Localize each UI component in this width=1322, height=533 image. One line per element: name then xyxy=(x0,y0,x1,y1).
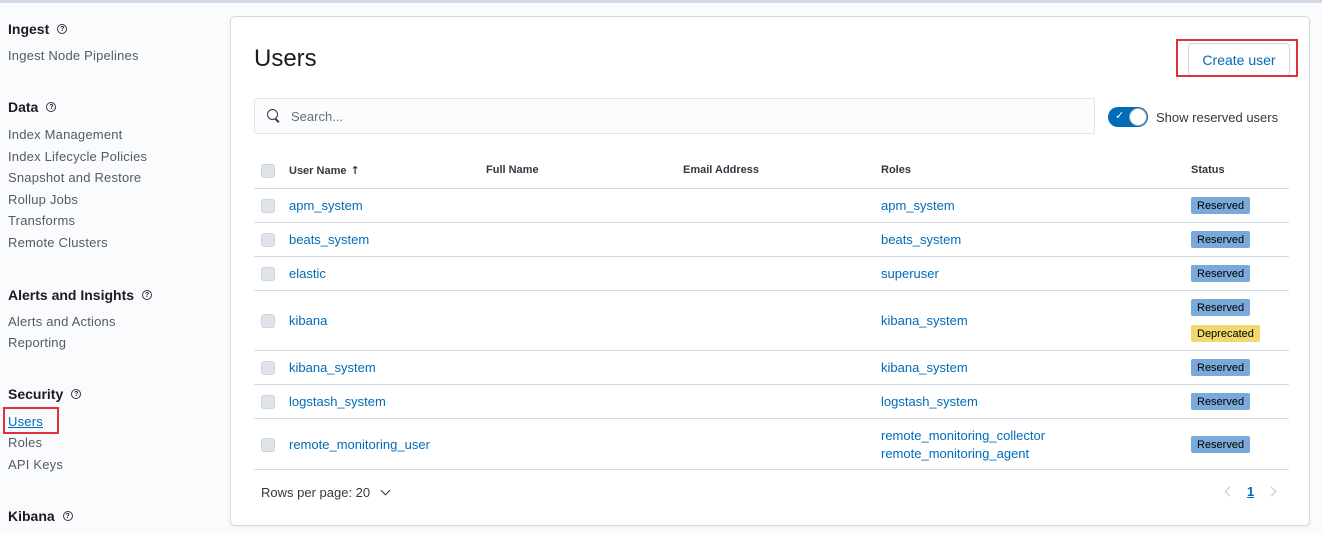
role-link[interactable]: apm_system xyxy=(881,198,955,213)
section-title: Kibana xyxy=(8,508,55,524)
role-link[interactable]: beats_system xyxy=(881,232,961,247)
user-name-link[interactable]: remote_monitoring_user xyxy=(289,437,430,452)
row-checkbox[interactable] xyxy=(261,361,275,375)
search-bar xyxy=(254,98,1095,134)
status-badge-reserved: Reserved xyxy=(1191,299,1251,316)
role-link[interactable]: kibana_system xyxy=(881,360,968,375)
table-row: elastic superuser Reserved xyxy=(254,257,1289,291)
role-link[interactable]: remote_monitoring_collector xyxy=(881,428,1045,443)
sort-arrow-up-icon: ↑ xyxy=(350,164,360,177)
row-checkbox[interactable] xyxy=(261,267,275,281)
sidebar-section-kibana: Kibana ? xyxy=(8,508,73,524)
help-icon[interactable]: ? xyxy=(57,24,68,34)
sidebar-section-data: Data ? xyxy=(8,99,57,115)
users-panel: Users Create user Show reserved users Us… xyxy=(230,16,1310,526)
status-badge-deprecated: Deprecated xyxy=(1191,325,1260,342)
next-page-icon[interactable] xyxy=(1266,486,1277,497)
user-name-link[interactable]: beats_system xyxy=(289,232,369,247)
user-name-link[interactable]: logstash_system xyxy=(289,394,386,409)
sidebar-item-api-keys[interactable]: API Keys xyxy=(8,457,63,472)
rows-per-page-select[interactable]: Rows per page: 20 xyxy=(261,485,391,500)
sidebar-nav: Ingest ? Ingest Node Pipelines Data ? In… xyxy=(0,0,222,533)
sidebar-item-alerts-and-actions[interactable]: Alerts and Actions xyxy=(8,314,116,329)
toggle-knob xyxy=(1129,108,1147,126)
section-title: Data xyxy=(8,99,39,115)
row-checkbox[interactable] xyxy=(261,395,275,409)
rows-per-page-label: Rows per page: 20 xyxy=(261,485,371,500)
sidebar-section-alerts-and-insights: Alerts and Insights ? xyxy=(8,287,153,303)
table-row: remote_monitoring_user remote_monitoring… xyxy=(254,419,1289,470)
sidebar-item-rollup-jobs[interactable]: Rollup Jobs xyxy=(8,192,78,207)
status-badge-reserved: Reserved xyxy=(1191,231,1251,248)
show-reserved-toggle[interactable] xyxy=(1108,107,1148,127)
column-header-status: Status xyxy=(1191,164,1225,176)
column-header-roles[interactable]: Roles xyxy=(881,164,911,176)
row-checkbox[interactable] xyxy=(261,438,275,452)
search-icon xyxy=(267,109,281,123)
row-checkbox[interactable] xyxy=(261,314,275,328)
sidebar-item-snapshot-and-restore[interactable]: Snapshot and Restore xyxy=(8,170,141,185)
status-badge-reserved: Reserved xyxy=(1191,265,1251,282)
status-badge-reserved: Reserved xyxy=(1191,197,1251,214)
column-label: User Name xyxy=(289,165,347,177)
user-name-link[interactable]: kibana xyxy=(289,313,327,328)
status-badge-reserved: Reserved xyxy=(1191,359,1251,376)
help-icon[interactable]: ? xyxy=(142,290,153,300)
pagination: 1 xyxy=(1224,484,1277,499)
sidebar-item-index-lifecycle-policies[interactable]: Index Lifecycle Policies xyxy=(8,149,147,164)
user-name-link[interactable]: kibana_system xyxy=(289,360,376,375)
table-row: kibana kibana_system Reserved Deprecated xyxy=(254,291,1289,351)
sidebar-item-remote-clusters[interactable]: Remote Clusters xyxy=(8,235,108,250)
select-all-checkbox[interactable] xyxy=(261,164,275,178)
table-row: apm_system apm_system Reserved xyxy=(254,189,1289,223)
toggle-label: Show reserved users xyxy=(1156,109,1279,125)
status-badge-reserved: Reserved xyxy=(1191,393,1251,410)
sidebar-item-ingest-node-pipelines[interactable]: Ingest Node Pipelines xyxy=(8,48,139,63)
help-icon[interactable]: ? xyxy=(62,511,73,521)
section-title: Ingest xyxy=(8,21,50,37)
user-name-link[interactable]: elastic xyxy=(289,266,326,281)
section-title: Security xyxy=(8,386,64,402)
previous-page-icon[interactable] xyxy=(1224,486,1235,497)
highlight-box-users xyxy=(3,407,59,434)
search-input[interactable] xyxy=(291,108,1071,124)
chevron-down-icon xyxy=(380,485,391,496)
page-number-1[interactable]: 1 xyxy=(1247,484,1254,499)
table-row: logstash_system logstash_system Reserved xyxy=(254,385,1289,419)
table-header: User Name ↑ Full Name Email Address Roles… xyxy=(254,152,1289,189)
help-icon[interactable]: ? xyxy=(46,102,57,112)
user-name-link[interactable]: apm_system xyxy=(289,198,363,213)
role-link[interactable]: logstash_system xyxy=(881,394,978,409)
highlight-box-create-user xyxy=(1176,39,1298,77)
table-row: kibana_system kibana_system Reserved xyxy=(254,351,1289,385)
sidebar-item-index-management[interactable]: Index Management xyxy=(8,127,123,142)
sidebar-section-security: Security ? xyxy=(8,386,82,402)
show-reserved-toggle-group: Show reserved users xyxy=(1108,107,1278,127)
role-link[interactable]: kibana_system xyxy=(881,313,968,328)
column-header-full-name[interactable]: Full Name xyxy=(486,164,539,176)
section-title: Alerts and Insights xyxy=(8,287,135,303)
row-checkbox[interactable] xyxy=(261,233,275,247)
help-icon[interactable]: ? xyxy=(71,389,82,399)
table-row: beats_system beats_system Reserved xyxy=(254,223,1289,257)
sidebar-section-ingest: Ingest ? xyxy=(8,21,68,37)
row-checkbox[interactable] xyxy=(261,199,275,213)
role-link[interactable]: superuser xyxy=(881,266,939,281)
page-title: Users xyxy=(254,45,317,72)
sidebar-item-transforms[interactable]: Transforms xyxy=(8,213,75,228)
status-badge-reserved: Reserved xyxy=(1191,436,1251,453)
role-link[interactable]: remote_monitoring_agent xyxy=(881,446,1029,461)
sidebar-item-reporting[interactable]: Reporting xyxy=(8,335,66,350)
column-header-email-address[interactable]: Email Address xyxy=(683,164,759,176)
column-header-user-name[interactable]: User Name ↑ xyxy=(289,164,360,177)
sidebar-item-roles[interactable]: Roles xyxy=(8,435,42,450)
